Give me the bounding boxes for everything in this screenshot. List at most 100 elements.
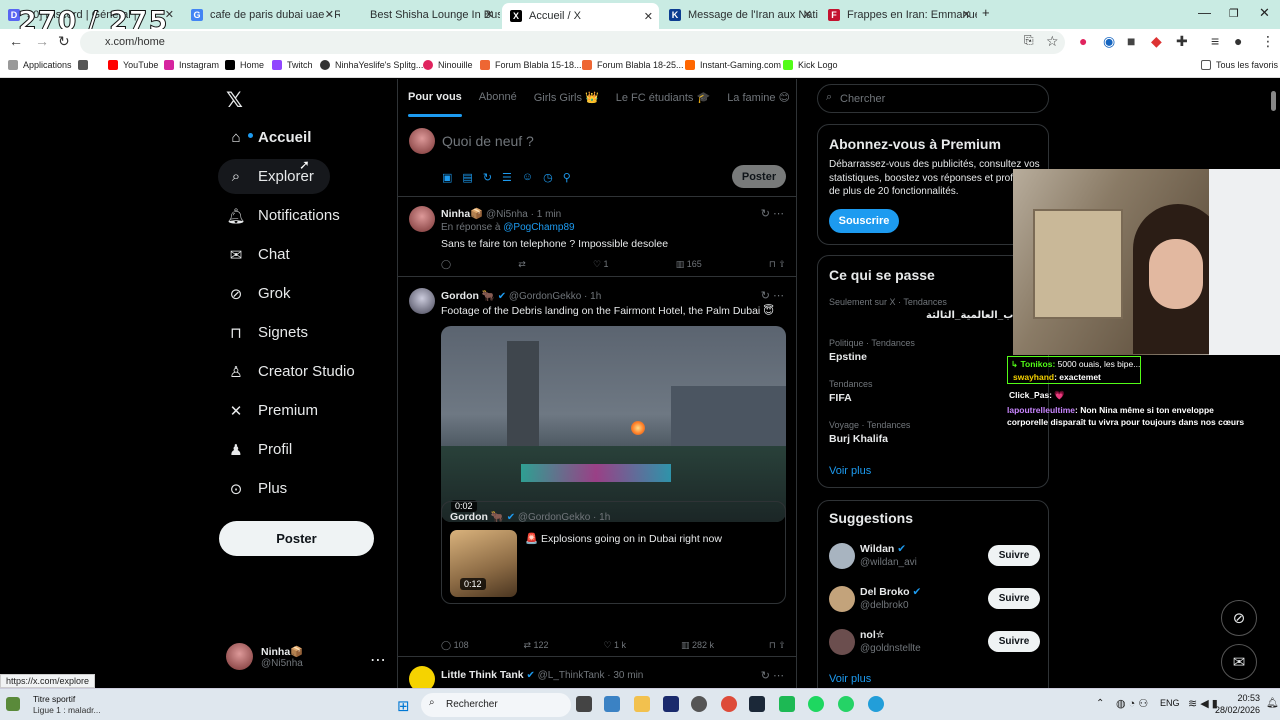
clock-time[interactable]: 20:53 [1222,693,1260,703]
bookmark-apps[interactable]: Applications [8,60,72,70]
obs-icon[interactable] [691,696,707,712]
close-window-icon[interactable]: ✕ [1259,5,1270,21]
poll-icon[interactable]: ☰ [502,171,512,184]
task-view-icon[interactable] [576,696,592,712]
follow-button[interactable]: Suivre [988,545,1040,566]
suggestion-name[interactable]: Del Broko ✔ [860,586,921,598]
more-icon[interactable]: ↻ ⋯ [761,669,784,682]
location-icon[interactable]: ⚲ [563,171,571,184]
like-button[interactable]: ♡ 1 k [603,640,626,651]
extensions-puzzle-icon[interactable]: ✚ [1176,33,1188,50]
nav-home[interactable]: ⌂ Accueil [218,120,311,155]
taskbar-search[interactable]: ⌕ Rechercher [421,693,571,717]
all-bookmarks[interactable]: Tous les favoris [1201,60,1278,70]
views-button[interactable]: ▥ 165 [676,259,702,270]
game-icon[interactable] [779,696,795,712]
tweet[interactable]: Gordon 🐂 ✔ @GordonGekko · 1h Footage of … [398,278,796,657]
scrollbar[interactable] [1271,91,1276,111]
restore-icon[interactable]: ❐ [1229,7,1239,20]
whatsapp-icon[interactable] [838,696,854,712]
see-more-link[interactable]: Voir plus [829,673,871,685]
grok-icon[interactable]: ↻ [483,171,492,184]
post-button[interactable]: Poster [219,521,374,556]
close-tab-icon[interactable]: ✕ [485,8,494,21]
extension-icon[interactable]: ◉ [1103,33,1115,50]
tweet[interactable]: Little Think Tank ✔ @L_ThinkTank · 30 mi… [398,658,796,688]
views-button[interactable]: ▥ 282 k [681,640,714,651]
tab-fc-etudiants[interactable]: Le FC étudiants 🎓 [616,79,710,117]
news-widget-title[interactable]: Titre sportif [33,694,75,704]
retweet-button[interactable]: ⇄ 122 [524,640,549,651]
compose-input[interactable]: Quoi de neuf ? [442,133,534,149]
url-input[interactable]: x.com/home [80,31,1065,54]
tab-following[interactable]: Abonné [479,79,517,117]
windows-start-icon[interactable]: ⊞ [397,697,410,715]
nav-more[interactable]: ⊙ Plus [218,471,287,506]
steam-icon[interactable] [749,696,765,712]
forward-icon[interactable]: → [35,33,49,49]
extension-icon[interactable]: ● [1079,33,1087,49]
nav-chat[interactable]: ✉ Chat [218,237,290,272]
bookmark-forum-18-25[interactable]: Forum Blabla 18-25... [582,60,684,70]
nav-notifications[interactable]: 🔔︎ Notifications [218,198,339,233]
premiere-icon[interactable] [663,696,679,712]
reply-button[interactable]: ◯ 108 [441,640,469,651]
quote-thumbnail[interactable]: 0:12 [450,530,517,597]
trend-name[interactable]: ب_العالمية_الثالثة [926,310,1013,321]
nav-premium[interactable]: ✕ Premium [218,393,318,428]
video-player[interactable]: 0:02 [441,326,786,522]
tray-chevron-icon[interactable]: ⌃ [1096,698,1104,709]
subscribe-button[interactable]: Souscrire [829,209,899,233]
extension-icon[interactable]: ◆ [1151,33,1162,50]
telegram-icon[interactable] [868,696,884,712]
follow-button[interactable]: Suivre [988,588,1040,609]
reload-icon[interactable]: ↻ [58,33,70,50]
star-icon[interactable]: ☆ [1046,33,1059,50]
tab-google[interactable]: Gcafe de paris dubai uae - Reche✕ [183,3,340,26]
like-button[interactable]: ♡ 1 [593,259,609,270]
spotify-icon[interactable] [808,696,824,712]
nav-explore[interactable]: ⌕ Explorer [218,159,330,194]
nav-creator-studio[interactable]: ♙ Creator Studio [218,354,354,389]
back-icon[interactable]: ← [9,33,23,49]
news-widget-sub[interactable]: Ligue 1 : maladr... [33,705,101,715]
new-tab-icon[interactable]: + [982,5,990,20]
bookmark-instagram[interactable]: Instagram [164,60,219,70]
image-icon[interactable]: ▣ [442,171,452,184]
retweet-icon[interactable]: ⇄ [518,259,526,270]
nav-bookmarks[interactable]: ⊓ Signets [218,315,308,350]
tab-la-famine[interactable]: La famine 😊 [727,79,790,117]
follow-button[interactable]: Suivre [988,631,1040,652]
tab-for-you[interactable]: Pour vous [408,79,462,117]
install-icon[interactable]: ⎘ [1024,33,1034,48]
tab-frappes-iran[interactable]: FFrappes en Iran: Emmanuel Ma✕ [820,3,977,26]
close-tab-icon[interactable]: ✕ [644,10,653,23]
bookmark-forum-15-18[interactable]: Forum Blabla 15-18... [480,60,582,70]
more-icon[interactable]: ⋯ [370,650,386,670]
language-indicator[interactable]: ENG [1160,698,1180,708]
bookmark-twitch[interactable]: Twitch [272,60,313,70]
bookmark-splitgate[interactable]: NinhaYeslife's Splitg... [320,60,423,70]
bookmark-ninouille[interactable]: Ninouille [423,60,473,70]
menu-icon[interactable]: ⋮ [1261,33,1275,50]
reply-icon[interactable]: ◯ [441,259,451,270]
compose-post-button[interactable]: Poster [732,165,786,188]
tweet[interactable]: Ninha📦 @Ni5nha · 1 min En réponse à @Pog… [398,197,796,277]
trend-name[interactable]: Epstine [829,351,867,363]
trend-name[interactable]: FIFA [829,392,852,404]
account-switcher[interactable]: Ninha📦 @Ni5nha ⋯ [226,643,386,670]
media-icon[interactable]: ≡ [1211,33,1219,49]
clock-date[interactable]: 28/02/2026 [1212,705,1260,715]
close-tab-icon[interactable]: ✕ [803,8,812,21]
quoted-tweet[interactable]: Gordon 🐂 ✔ @GordonGekko · 1h 0:12 🚨 Expl… [441,501,786,604]
bookmark-share-icons[interactable]: ⊓ ⇧ [769,259,786,270]
file-explorer-icon[interactable] [634,696,650,712]
tab-girls-girls[interactable]: Girls Girls 👑 [534,79,599,117]
chrome-icon[interactable] [721,696,737,712]
profile-icon[interactable]: ● [1234,33,1242,49]
bookmark-share-icons[interactable]: ⊓ ⇧ [769,640,786,651]
messages-icon[interactable]: ✉ [1221,644,1257,680]
gif-icon[interactable]: ▤ [462,171,472,184]
schedule-icon[interactable]: ◷ [543,171,553,184]
tab-shisha[interactable]: Best Shisha Lounge In Business✕ [343,3,500,26]
